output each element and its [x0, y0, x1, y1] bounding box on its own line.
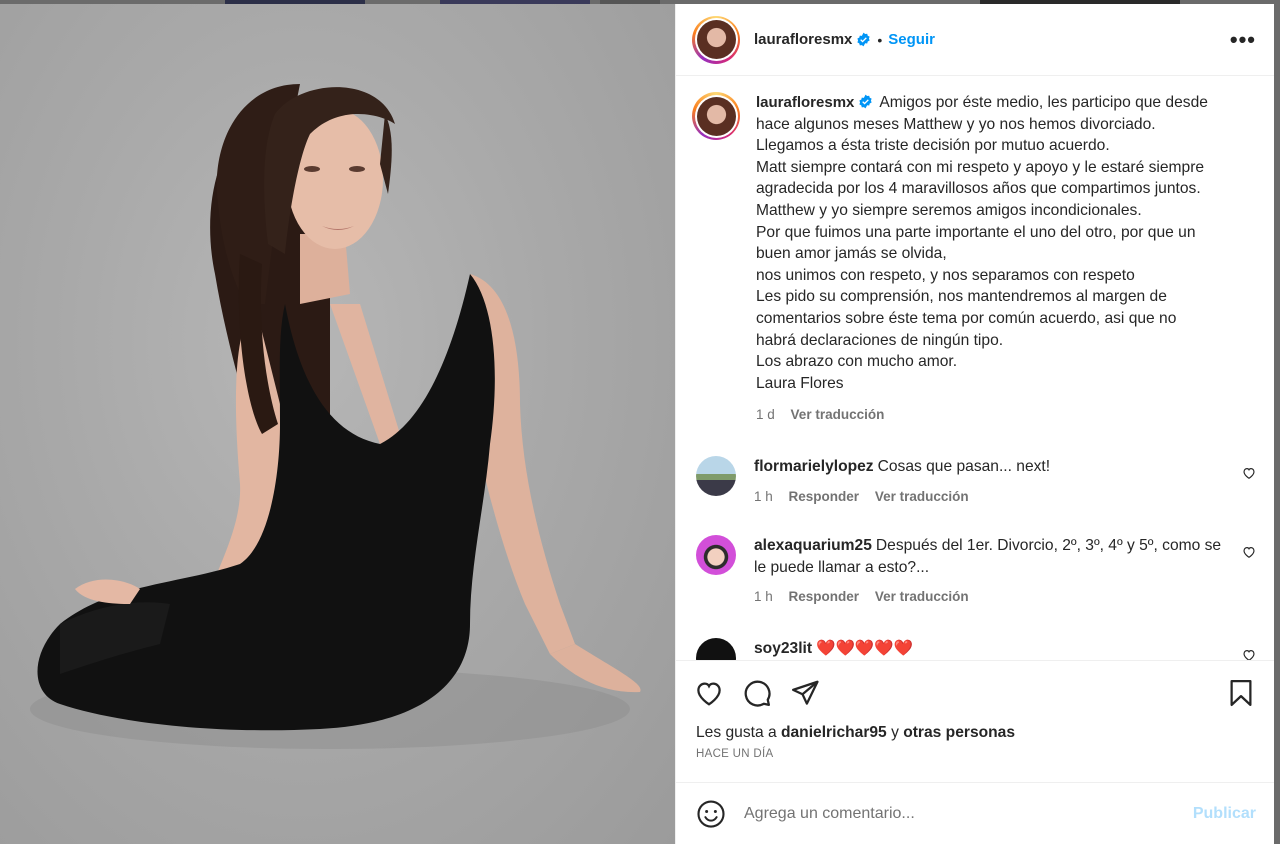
post-modal: laurafloresmx • Seguir ••• laurafloresmx: [0, 4, 1274, 844]
post-panel: laurafloresmx • Seguir ••• laurafloresmx: [675, 4, 1274, 844]
caption-text-line: Matt siempre contará con mi respeto y ap…: [756, 158, 1205, 176]
caption: laurafloresmx Amigos por éste medio, les…: [692, 92, 1256, 426]
likes-prefix: Les gusta a: [696, 724, 777, 741]
add-comment-bar: Publicar: [676, 782, 1274, 844]
commenter-username[interactable]: soy23lit: [754, 640, 812, 657]
commenter-avatar[interactable]: [696, 637, 736, 660]
send-icon[interactable]: [790, 678, 820, 708]
reply-button[interactable]: Responder: [789, 489, 860, 504]
publish-button[interactable]: Publicar: [1193, 805, 1256, 823]
verified-badge-icon: [857, 32, 871, 47]
reply-button[interactable]: Responder: [789, 589, 860, 604]
caption-username[interactable]: laurafloresmx: [756, 94, 854, 111]
more-options-icon[interactable]: •••: [1230, 28, 1256, 51]
comment-time: 1 h: [754, 589, 773, 605]
caption-text-line: Laura Flores: [756, 374, 844, 392]
caption-translate-link[interactable]: Ver traducción: [791, 407, 885, 422]
caption-text-line: Les pido su comprensión, nos mantendremo…: [756, 288, 1167, 306]
author-avatar-border: [694, 18, 738, 61]
likes-summary: Les gusta a danielrichar95 y otras perso…: [676, 724, 1274, 742]
comment-time: 1 h: [754, 488, 773, 504]
post-age[interactable]: HACE UN DÍA: [676, 742, 1274, 760]
comment-meta: 1 h Responder Ver traducción: [754, 486, 1224, 508]
caption-text-line: hace algunos meses Matthew y yo nos hemo…: [756, 115, 1156, 133]
caption-body: laurafloresmx Amigos por éste medio, les…: [756, 92, 1236, 426]
caption-avatar-border: [694, 94, 738, 138]
caption-text-line: buen amor jamás se olvida,: [756, 245, 947, 263]
comments-scroll-area[interactable]: laurafloresmx Amigos por éste medio, les…: [676, 76, 1274, 660]
photo-illustration: [30, 84, 641, 749]
translate-link[interactable]: Ver traducción: [875, 589, 969, 604]
caption-meta: 1 d Ver traducción: [756, 404, 1236, 426]
author-avatar[interactable]: [692, 15, 740, 64]
commenter-username[interactable]: flormarielylopez: [754, 458, 874, 475]
separator-dot: •: [877, 31, 883, 48]
caption-text-line: comentarios sobre éste tema por común ac…: [756, 309, 1177, 327]
comment-text: ❤️❤️❤️❤️❤️: [816, 639, 914, 657]
likes-joiner: y: [891, 724, 899, 741]
comment-text: Cosas que pasan... next!: [877, 457, 1051, 475]
heart-icon[interactable]: [694, 678, 724, 708]
comment-like-heart-icon[interactable]: [1242, 545, 1256, 559]
bookmark-icon[interactable]: [1226, 678, 1256, 708]
caption-text-line: Llegamos a ésta triste decisión por mutu…: [756, 137, 1110, 155]
translate-link[interactable]: Ver traducción: [875, 489, 969, 504]
commenter-avatar[interactable]: [696, 455, 736, 496]
comment-body: flormarielylopez Cosas que pasan... next!…: [754, 456, 1224, 507]
comment-input[interactable]: [744, 804, 1193, 823]
comment-item: soy23lit ❤️❤️❤️❤️❤️: [692, 637, 1256, 660]
comment-icon[interactable]: [742, 678, 772, 708]
liker-username[interactable]: danielrichar95: [781, 724, 887, 741]
caption-time: 1 d: [756, 407, 775, 423]
caption-text-line: Amigos por éste medio, les participo que…: [879, 94, 1208, 111]
comment-meta: 1 h Responder Ver traducción: [754, 586, 1224, 608]
caption-text-line: Por que fuimos una parte importante el u…: [756, 223, 1196, 241]
caption-text-line: Los abrazo con mucho amor.: [756, 353, 958, 371]
verified-badge-icon: [859, 94, 873, 109]
caption-text-line: agradecida por los 4 maravillosos años q…: [756, 180, 1201, 198]
author-avatar-image: [696, 20, 736, 59]
follow-button[interactable]: Seguir: [888, 31, 935, 48]
comment-item: flormarielylopez Cosas que pasan... next!…: [692, 455, 1256, 507]
other-likers-link[interactable]: otras personas: [903, 724, 1015, 741]
post-actions: [676, 660, 1274, 724]
caption-avatar-image: [696, 96, 736, 136]
post-photo[interactable]: [0, 4, 675, 844]
post-header: laurafloresmx • Seguir •••: [676, 4, 1274, 76]
caption-text-line: habrá declaraciones de ningún tipo.: [756, 331, 1004, 349]
caption-text-line: Matthew y yo siempre seremos amigos inco…: [756, 201, 1142, 219]
caption-avatar[interactable]: [692, 92, 740, 140]
commenter-avatar[interactable]: [696, 535, 736, 576]
comment-body: soy23lit ❤️❤️❤️❤️❤️: [754, 638, 1224, 660]
emoji-icon[interactable]: [696, 799, 726, 829]
caption-text-line: nos unimos con respeto, y nos separamos …: [756, 266, 1135, 284]
comment-body: alexaquarium25 Después del 1er. Divorcio,…: [754, 535, 1224, 608]
author-username[interactable]: laurafloresmx: [754, 31, 852, 48]
comment-item: alexaquarium25 Después del 1er. Divorcio,…: [692, 535, 1256, 608]
commenter-username[interactable]: alexaquarium25: [754, 537, 872, 554]
comment-like-heart-icon[interactable]: [1242, 466, 1256, 480]
comment-like-heart-icon[interactable]: [1242, 648, 1256, 660]
